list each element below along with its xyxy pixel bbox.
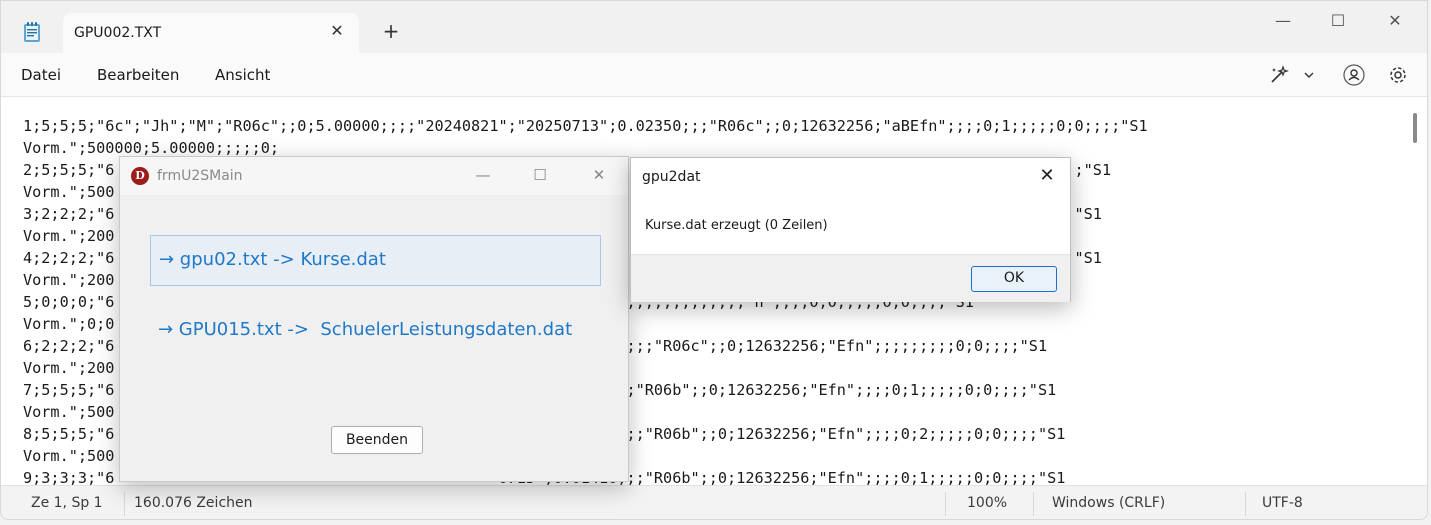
menu-bearbeiten[interactable]: Bearbeiten xyxy=(97,66,179,84)
notepad-app-icon xyxy=(24,22,40,42)
chevron-down-icon[interactable] xyxy=(1297,63,1321,87)
close-icon[interactable]: ✕ xyxy=(1385,11,1405,31)
status-bar: Ze 1, Sp 1 160.076 Zeichen 100% Windows … xyxy=(1,485,1427,519)
copilot-sparkle-icon[interactable] xyxy=(1267,63,1291,87)
notepad-menubar: Datei Bearbeiten Ansicht xyxy=(1,53,1427,97)
link-gpu02-label: → gpu02.txt -> Kurse.dat xyxy=(159,249,386,270)
close-icon[interactable]: ✕ xyxy=(589,165,609,185)
status-divider xyxy=(945,492,946,516)
status-divider xyxy=(1245,492,1246,516)
close-icon[interactable]: ✕ xyxy=(1037,166,1057,186)
menu-datei[interactable]: Datei xyxy=(21,66,61,84)
gear-icon[interactable] xyxy=(1386,63,1410,87)
frm-titlebar: D frmU2SMain — ☐ ✕ xyxy=(120,157,628,195)
notepad-titlebar: GPU002.TXT ✕ + — ☐ ✕ xyxy=(1,1,1427,55)
status-encoding[interactable]: UTF-8 xyxy=(1262,495,1303,511)
tab-gpu002[interactable]: GPU002.TXT ✕ xyxy=(63,13,359,55)
app-logo-icon: D xyxy=(131,167,149,185)
link-gpu015-schuelerleistungsdaten[interactable]: → GPU015.txt -> SchuelerLeistungsdaten.d… xyxy=(150,309,601,349)
status-position: Ze 1, Sp 1 xyxy=(31,495,103,511)
ok-button[interactable]: OK xyxy=(971,266,1057,292)
account-icon[interactable] xyxy=(1342,63,1366,87)
status-char-count: 160.076 Zeichen xyxy=(134,495,253,511)
frmU2SMain-window: D frmU2SMain — ☐ ✕ → gpu02.txt -> Kurse.… xyxy=(119,156,629,482)
status-zoom[interactable]: 100% xyxy=(967,495,1007,511)
maximize-icon[interactable]: ☐ xyxy=(530,165,550,185)
msgbox-footer: OK xyxy=(631,254,1070,302)
msgbox-message: Kurse.dat erzeugt (0 Zeilen) xyxy=(645,218,828,233)
new-tab-button[interactable]: + xyxy=(381,21,401,41)
link-gpu015-label: → GPU015.txt -> SchuelerLeistungsdaten.d… xyxy=(158,319,573,340)
status-divider xyxy=(124,492,125,516)
maximize-icon[interactable]: ☐ xyxy=(1328,11,1348,31)
minimize-icon[interactable]: — xyxy=(1273,11,1293,31)
status-divider xyxy=(1033,492,1034,516)
minimize-icon[interactable]: — xyxy=(473,165,493,185)
gpu2dat-message-box: gpu2dat ✕ Kurse.dat erzeugt (0 Zeilen) O… xyxy=(630,157,1071,302)
tab-close-icon[interactable]: ✕ xyxy=(329,23,345,39)
status-line-ending[interactable]: Windows (CRLF) xyxy=(1052,495,1165,511)
vertical-scrollbar[interactable] xyxy=(1413,113,1417,143)
frm-title: frmU2SMain xyxy=(157,168,243,184)
msgbox-title: gpu2dat xyxy=(642,169,701,185)
beenden-button[interactable]: Beenden xyxy=(331,426,423,454)
tab-title: GPU002.TXT xyxy=(74,25,162,41)
link-gpu02-kurse[interactable]: → gpu02.txt -> Kurse.dat xyxy=(150,235,601,286)
menu-ansicht[interactable]: Ansicht xyxy=(215,66,270,84)
